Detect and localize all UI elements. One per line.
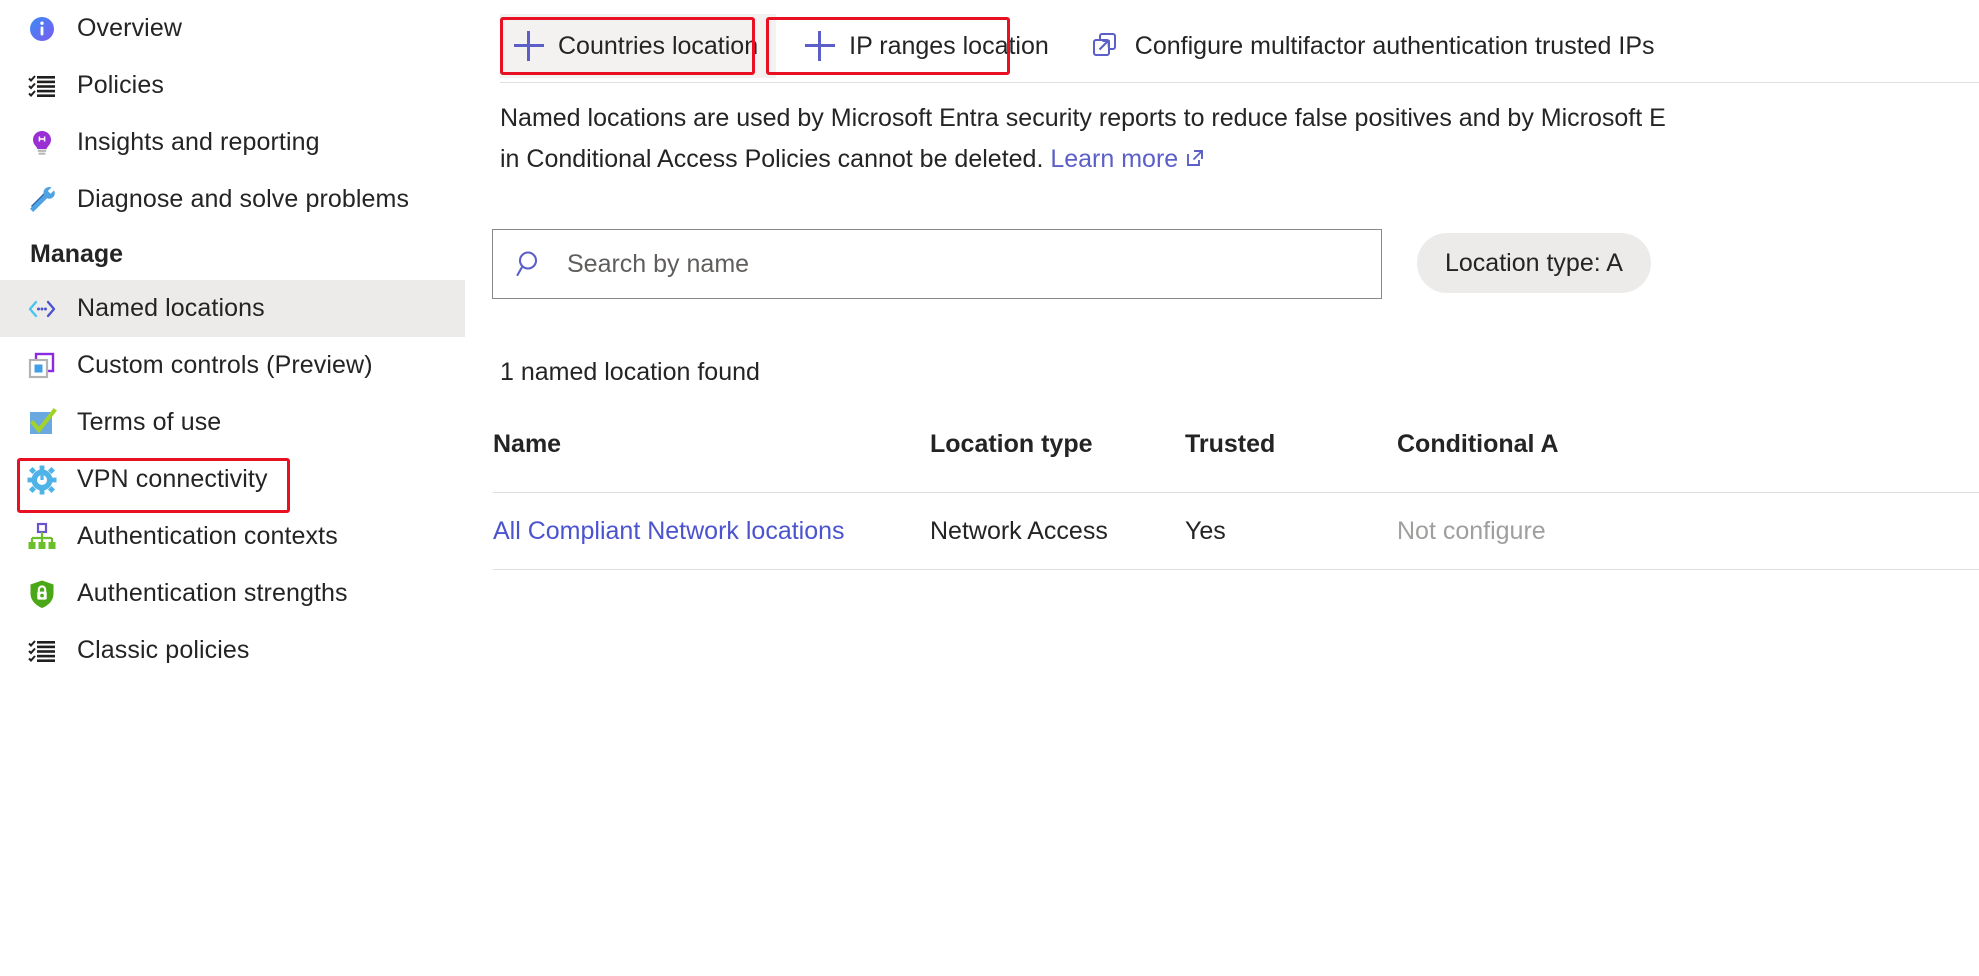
description-line-2: in Conditional Access Policies cannot be… [500,145,1051,173]
result-count: 1 named location found [500,358,760,386]
wrench-screwdriver-icon [27,185,57,215]
sidebar-item-label: Named locations [77,294,265,322]
plus-icon [514,31,544,61]
plus-icon [805,31,836,61]
sidebar-item-label: Insights and reporting [77,128,320,156]
named-locations-table: Name Location type Trusted Conditional A… [493,430,1979,570]
filter-row: Search by name Location type: A [492,229,1979,299]
custom-controls-icon [27,351,57,381]
configure-mfa-trusted-ips-button[interactable]: Configure multifactor authentication tru… [1077,14,1673,78]
vpn-gear-icon [27,465,57,495]
lightbulb-icon [27,128,57,158]
cell-location-type: Network Access [930,516,1108,545]
learn-more-link[interactable]: Learn more [1050,145,1178,173]
description-line-1: Named locations are used by Microsoft En… [500,104,1666,132]
sidebar-item-overview[interactable]: Overview [0,0,465,57]
page-description: Named locations are used by Microsoft En… [500,98,1979,182]
sidebar-item-label: Overview [77,14,182,42]
external-link-icon [1091,31,1121,61]
search-input[interactable]: Search by name [567,250,749,279]
sidebar-item-authentication-contexts[interactable]: Authentication contexts [0,508,465,565]
button-label: Configure multifactor authentication tru… [1134,31,1655,60]
shield-lock-icon [27,579,57,609]
left-sidebar: Overview Policies Insights and reporting… [0,0,465,976]
sidebar-item-label: Custom controls (Preview) [77,351,373,379]
sidebar-item-custom-controls[interactable]: Custom controls (Preview) [0,337,465,394]
toolbar-divider [500,82,1979,83]
sidebar-item-authentication-strengths[interactable]: Authentication strengths [0,565,465,622]
sidebar-item-label: VPN connectivity [77,465,268,493]
column-header-trusted[interactable]: Trusted [1185,430,1397,459]
cell-trusted: Yes [1185,516,1226,545]
table-header-row: Name Location type Trusted Conditional A [493,430,1979,492]
column-header-location-type[interactable]: Location type [930,430,1185,459]
table-row-separator [493,569,1979,570]
sidebar-item-label: Policies [77,71,164,99]
cell-conditional-access: Not configure [1397,516,1546,545]
sidebar-item-diagnose-and-solve-problems[interactable]: Diagnose and solve problems [0,171,465,228]
location-type-filter-pill[interactable]: Location type: A [1417,233,1651,293]
checklist-icon [27,636,57,666]
command-toolbar: Countries location IP ranges location Co… [500,14,1979,78]
sidebar-item-vpn-connectivity[interactable]: VPN connectivity [0,451,465,508]
external-link-small-icon [1184,141,1206,182]
main-content: « Countries location IP ranges location [465,0,1979,976]
sidebar-item-policies[interactable]: Policies [0,57,465,114]
sidebar-item-classic-policies[interactable]: Classic policies [0,622,465,679]
named-locations-icon [27,294,57,324]
sidebar-item-label: Terms of use [77,408,222,436]
checklist-icon [27,71,57,101]
info-icon [27,14,57,44]
column-header-conditional-access[interactable]: Conditional A [1397,430,1979,459]
sidebar-item-label: Authentication strengths [77,579,348,607]
button-label: Countries location [558,31,759,60]
table-row[interactable]: All Compliant Network locations Network … [493,493,1979,569]
sidebar-item-label: Authentication contexts [77,522,338,550]
cell-name-link[interactable]: All Compliant Network locations [493,517,930,546]
ip-ranges-location-button[interactable]: IP ranges location [791,14,1067,78]
button-label: IP ranges location [849,31,1049,60]
sidebar-item-label: Classic policies [77,636,250,664]
search-box[interactable]: Search by name [492,229,1382,299]
terms-of-use-icon [27,407,57,438]
app-screen: Overview Policies Insights and reporting… [0,0,1979,976]
column-header-name[interactable]: Name [493,430,930,459]
sidebar-item-insights-and-reporting[interactable]: Insights and reporting [0,114,465,171]
sidebar-item-terms-of-use[interactable]: Terms of use [0,394,465,451]
sidebar-item-named-locations[interactable]: Named locations [0,280,465,337]
sidebar-section-manage: Manage [30,239,124,268]
search-icon [515,248,547,280]
sidebar-item-label: Diagnose and solve problems [77,185,410,213]
countries-location-button[interactable]: Countries location [500,14,777,78]
hierarchy-icon [27,522,57,552]
